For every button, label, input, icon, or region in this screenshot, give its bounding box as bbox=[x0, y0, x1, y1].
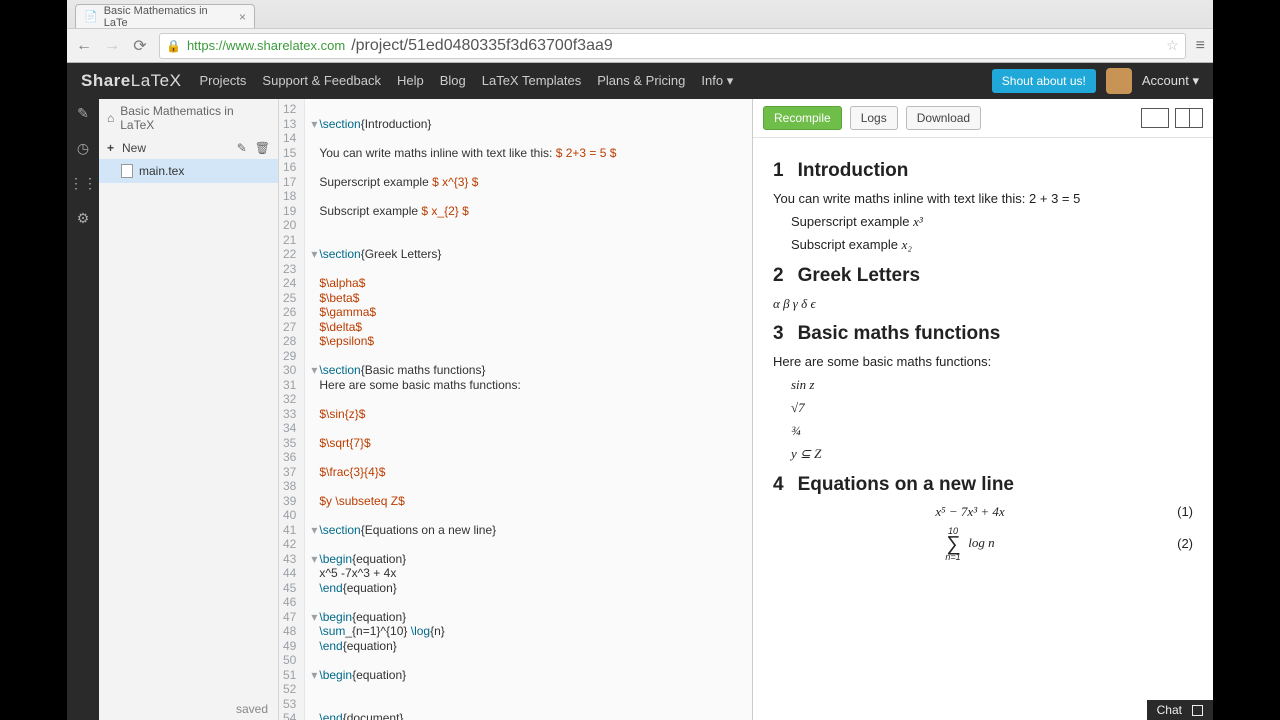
sec2-title: Greek Letters bbox=[798, 265, 921, 287]
app-topbar: ShareLaTeX Projects Support & Feedback H… bbox=[67, 63, 1213, 99]
history-icon[interactable]: ◷ bbox=[77, 140, 89, 157]
close-icon[interactable]: × bbox=[239, 10, 246, 24]
sec3-num: 3 bbox=[773, 323, 784, 345]
sec4-num: 4 bbox=[773, 474, 784, 496]
chat-bar[interactable]: Chat bbox=[1147, 700, 1213, 720]
code-editor[interactable]: 1213141516171819202122232425262728293031… bbox=[279, 99, 753, 720]
sec1-line2: Superscript example x³ bbox=[791, 213, 1193, 232]
browser-tab[interactable]: 📄 Basic Mathematics in LaTe × bbox=[75, 4, 255, 28]
sec3-l4: y ⊆ Z bbox=[791, 445, 1193, 464]
file-name: main.tex bbox=[139, 164, 184, 178]
account-menu[interactable]: Account ▾ bbox=[1142, 73, 1199, 89]
sec4-title: Equations on a new line bbox=[798, 474, 1014, 496]
file-icon bbox=[121, 164, 133, 178]
nav-projects[interactable]: Projects bbox=[199, 73, 246, 89]
layout-single-icon[interactable] bbox=[1141, 108, 1169, 128]
page-icon: 📄 bbox=[84, 10, 98, 23]
project-row[interactable]: ⌂ Basic Mathematics in LaTeX bbox=[99, 99, 278, 137]
url-path: /project/51ed0480335f3d63700f3aa9 bbox=[351, 37, 613, 55]
chat-label: Chat bbox=[1157, 703, 1182, 717]
sec3-l3: ¾ bbox=[791, 422, 1193, 441]
delete-icon[interactable]: 🗑 bbox=[255, 141, 270, 155]
settings-icon[interactable]: ⚙ bbox=[77, 210, 90, 227]
nav-pricing[interactable]: Plans & Pricing bbox=[597, 73, 685, 89]
logs-button[interactable]: Logs bbox=[850, 106, 898, 130]
project-name: Basic Mathematics in LaTeX bbox=[120, 104, 270, 132]
sec3-intro: Here are some basic maths functions: bbox=[773, 353, 1193, 372]
file-panel: ⌂ Basic Mathematics in LaTeX + New ✎ 🗑 m… bbox=[99, 99, 279, 720]
chat-expand-icon[interactable] bbox=[1192, 705, 1203, 716]
eq1-num: (1) bbox=[1167, 504, 1193, 519]
eq1: x⁵ − 7x³ + 4x bbox=[773, 504, 1167, 520]
nav-info[interactable]: Info ▾ bbox=[701, 73, 733, 89]
nav-help[interactable]: Help bbox=[397, 73, 424, 89]
sec1-num: 1 bbox=[773, 160, 784, 182]
new-button[interactable]: New bbox=[122, 141, 146, 155]
nav-templates[interactable]: LaTeX Templates bbox=[482, 73, 582, 89]
eq2-num: (2) bbox=[1167, 536, 1193, 551]
file-item[interactable]: main.tex bbox=[99, 159, 278, 183]
sec1-line1: You can write maths inline with text lik… bbox=[773, 190, 1193, 209]
share-icon[interactable]: ⋮⋮ bbox=[69, 175, 97, 192]
top-nav: Projects Support & Feedback Help Blog La… bbox=[199, 73, 733, 89]
menu-icon[interactable]: ≡ bbox=[1196, 37, 1205, 55]
home-icon: ⌂ bbox=[107, 111, 114, 125]
nav-blog[interactable]: Blog bbox=[440, 73, 466, 89]
recompile-button[interactable]: Recompile bbox=[763, 106, 842, 130]
forward-icon: → bbox=[103, 37, 121, 55]
eq2: 10 ∑ n=1 log n bbox=[773, 526, 1167, 562]
plus-icon[interactable]: + bbox=[107, 141, 114, 155]
browser-chrome: 📄 Basic Mathematics in LaTe × ← → ⟳ 🔒 ht… bbox=[67, 0, 1213, 63]
nav-support[interactable]: Support & Feedback bbox=[262, 73, 381, 89]
star-icon[interactable]: ☆ bbox=[1166, 37, 1179, 54]
preview-pane: Recompile Logs Download 1 Introduction Yo… bbox=[753, 99, 1213, 720]
sec3-l1: sin z bbox=[791, 376, 1193, 395]
shout-button[interactable]: Shout about us! bbox=[992, 69, 1096, 93]
tab-title: Basic Mathematics in LaTe bbox=[104, 5, 233, 29]
url-bar[interactable]: 🔒 https://www.sharelatex.com/project/51e… bbox=[159, 33, 1186, 59]
sec3-l2: √7 bbox=[791, 399, 1193, 418]
rename-icon[interactable]: ✎ bbox=[237, 141, 247, 155]
sec1-line3: Subscript example x₂ bbox=[791, 236, 1193, 255]
layout-split-icon[interactable] bbox=[1175, 108, 1203, 128]
url-host: https://www.sharelatex.com bbox=[187, 38, 345, 53]
back-icon[interactable]: ← bbox=[75, 37, 93, 55]
sec2-num: 2 bbox=[773, 265, 784, 287]
reload-icon[interactable]: ⟳ bbox=[131, 36, 149, 56]
left-rail: ✎ ◷ ⋮⋮ ⚙ bbox=[67, 99, 99, 720]
saved-status: saved bbox=[99, 698, 278, 720]
lock-icon: 🔒 bbox=[166, 39, 181, 53]
sec3-title: Basic maths functions bbox=[798, 323, 1001, 345]
edit-icon[interactable]: ✎ bbox=[77, 105, 89, 122]
sec1-title: Introduction bbox=[798, 160, 909, 182]
download-button[interactable]: Download bbox=[906, 106, 981, 130]
mascot-icon bbox=[1106, 68, 1132, 94]
sec2-body: α β γ δ ϵ bbox=[773, 295, 1193, 314]
logo[interactable]: ShareLaTeX bbox=[81, 71, 181, 91]
